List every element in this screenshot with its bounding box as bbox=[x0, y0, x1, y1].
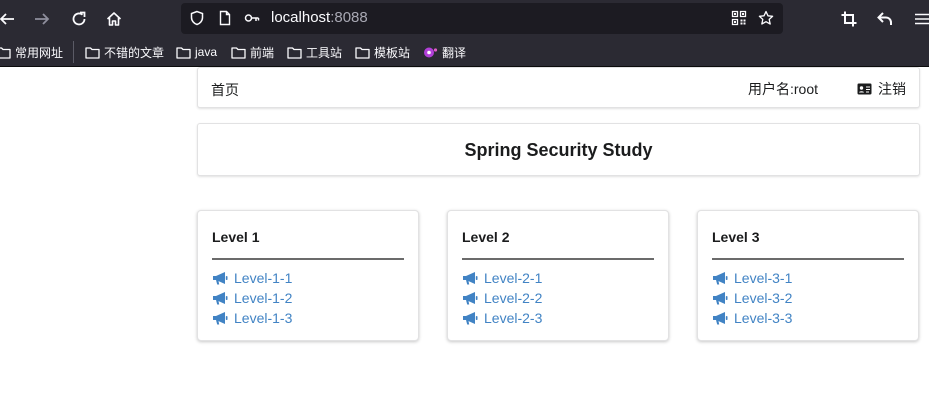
browser-toolbar: localhost:8088 bbox=[0, 0, 929, 37]
bullhorn-icon bbox=[213, 312, 228, 325]
level-link[interactable]: Level-1-3 bbox=[212, 309, 292, 327]
qr-code-icon[interactable] bbox=[730, 9, 748, 27]
reload-icon[interactable] bbox=[66, 6, 92, 32]
logout-label: 注销 bbox=[878, 81, 906, 97]
home-icon[interactable] bbox=[101, 6, 127, 32]
bullhorn-icon bbox=[463, 272, 478, 285]
level-card-3: Level 3 Level-3-1 Level-3-2 Level-3-3 bbox=[697, 210, 919, 341]
bookmark-label: 翻译 bbox=[442, 45, 467, 60]
bookmark-folder[interactable]: 前端 bbox=[231, 44, 274, 60]
card-title: Level 1 bbox=[212, 229, 260, 245]
level-link[interactable]: Level-1-1 bbox=[212, 269, 292, 287]
forward-icon[interactable] bbox=[29, 6, 55, 32]
page-icon[interactable] bbox=[216, 9, 234, 27]
card-divider bbox=[212, 258, 404, 260]
undo-icon[interactable] bbox=[872, 6, 898, 32]
id-card-icon bbox=[857, 83, 872, 95]
folder-icon bbox=[287, 46, 302, 59]
level-link-label: Level-1-2 bbox=[234, 290, 293, 306]
folder-icon bbox=[176, 46, 191, 59]
page-title: Spring Security Study bbox=[464, 140, 653, 160]
bullhorn-icon bbox=[463, 312, 478, 325]
folder-icon bbox=[85, 46, 100, 59]
bookmark-label: 前端 bbox=[250, 45, 275, 60]
bookmark-folder[interactable]: 不错的文章 bbox=[85, 44, 164, 60]
level-link[interactable]: Level-3-2 bbox=[712, 289, 792, 307]
level-link-label: Level-2-2 bbox=[484, 290, 543, 306]
folder-icon bbox=[0, 46, 11, 59]
bookmark-label: 工具站 bbox=[306, 45, 343, 60]
level-card-1: Level 1 Level-1-1 Level-1-2 Level-1-3 bbox=[197, 210, 419, 341]
bullhorn-icon bbox=[213, 272, 228, 285]
crop-icon[interactable] bbox=[836, 6, 862, 32]
key-icon[interactable] bbox=[243, 9, 261, 27]
url-port: :8088 bbox=[330, 9, 368, 26]
translate-logo-icon bbox=[424, 47, 438, 57]
bullhorn-icon bbox=[713, 312, 728, 325]
folder-icon bbox=[231, 46, 246, 59]
logout-link[interactable]: 注销 bbox=[857, 79, 906, 99]
top-menu: 首页 用户名:root 注销 bbox=[197, 67, 920, 108]
bookmark-translate[interactable]: 翻译 bbox=[423, 44, 466, 60]
level-link-label: Level-1-1 bbox=[234, 270, 293, 286]
level-link[interactable]: Level-2-2 bbox=[462, 289, 542, 307]
level-link[interactable]: Level-2-3 bbox=[462, 309, 542, 327]
bookmark-folder[interactable]: 工具站 bbox=[287, 44, 342, 60]
level-link-label: Level-1-3 bbox=[234, 310, 293, 326]
shield-icon[interactable] bbox=[188, 9, 206, 27]
username-label: 用户名:root bbox=[748, 81, 819, 97]
bookmark-label: java bbox=[195, 45, 218, 59]
level-link-label: Level-3-1 bbox=[734, 270, 793, 286]
level-link-label: Level-3-2 bbox=[734, 290, 793, 306]
bookmark-star-icon[interactable] bbox=[757, 9, 775, 27]
bullhorn-icon bbox=[463, 292, 478, 305]
title-segment: Spring Security Study bbox=[197, 123, 920, 176]
level-link[interactable]: Level-3-1 bbox=[712, 269, 792, 287]
bookmark-folder[interactable]: 常用网址 bbox=[0, 44, 63, 60]
bullhorn-icon bbox=[713, 292, 728, 305]
url-host: localhost bbox=[271, 9, 331, 26]
url-text[interactable]: localhost:8088 bbox=[271, 9, 368, 27]
bookmark-folder[interactable]: java bbox=[176, 44, 217, 60]
card-title: Level 2 bbox=[462, 229, 510, 245]
bookmark-label: 不错的文章 bbox=[104, 45, 165, 60]
card-title: Level 3 bbox=[712, 229, 760, 245]
level-link[interactable]: Level-3-3 bbox=[712, 309, 792, 327]
menu-icon[interactable] bbox=[909, 6, 929, 32]
level-link-label: Level-2-1 bbox=[484, 270, 543, 286]
level-link-label: Level-3-3 bbox=[734, 310, 793, 326]
card-divider bbox=[712, 258, 904, 260]
bullhorn-icon bbox=[213, 292, 228, 305]
bookmarks-bar: 常用网址 不错的文章 java 前端 工具站 模板站 翻译 bbox=[0, 37, 929, 67]
nav-home-link[interactable]: 首页 bbox=[211, 80, 239, 100]
back-icon[interactable] bbox=[0, 6, 20, 32]
url-bar[interactable]: localhost:8088 bbox=[181, 3, 783, 34]
level-card-2: Level 2 Level-2-1 Level-2-2 Level-2-3 bbox=[447, 210, 669, 341]
card-divider bbox=[462, 258, 654, 260]
bookmark-folder[interactable]: 模板站 bbox=[355, 44, 410, 60]
folder-icon bbox=[355, 46, 370, 59]
level-link[interactable]: Level-1-2 bbox=[212, 289, 292, 307]
level-link-label: Level-2-3 bbox=[484, 310, 543, 326]
bullhorn-icon bbox=[713, 272, 728, 285]
bookmarks-divider bbox=[73, 41, 74, 63]
bookmark-label: 模板站 bbox=[374, 45, 411, 60]
level-link[interactable]: Level-2-1 bbox=[462, 269, 542, 287]
bookmark-label: 常用网址 bbox=[15, 45, 64, 60]
